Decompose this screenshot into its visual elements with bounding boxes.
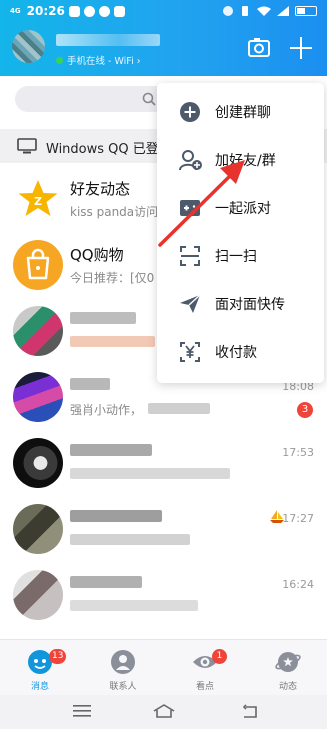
status-bar: 4G 20:26: [0, 0, 327, 22]
menu-item-label: 一起派对: [215, 201, 271, 217]
my-avatar[interactable]: [12, 30, 45, 63]
tab-badge: 1: [212, 649, 227, 664]
alarm-icon: [223, 6, 233, 16]
svg-text:Z: Z: [34, 195, 42, 208]
tab-contacts[interactable]: 联系人: [88, 640, 158, 696]
chat-preview-blurred: [70, 336, 155, 347]
nickname-blurred[interactable]: [56, 34, 160, 46]
menu-item-label: 扫一扫: [215, 249, 257, 265]
online-status-label: 手机在线 - WiFi ›: [67, 56, 141, 67]
chat-name-blurred: [70, 312, 136, 324]
menu-item-label: 加好友/群: [215, 153, 276, 169]
chat-time: 17:27: [282, 512, 314, 525]
menu-item-add-friend[interactable]: 加好友/群: [157, 136, 324, 184]
system-nav-bar: [0, 695, 327, 729]
chat-preview-blurred: [70, 600, 198, 611]
status-time: 20:26: [26, 4, 65, 18]
list-item[interactable]: 17:53: [0, 430, 327, 496]
signal-icon: [277, 6, 289, 16]
tab-badge: 13: [49, 649, 67, 664]
chat-name-blurred: [70, 510, 162, 522]
computer-icon: [17, 138, 37, 154]
chat-name-blurred: [70, 444, 152, 456]
qq-shopping-avatar: [13, 240, 63, 290]
chat-preview-blurred: [70, 534, 190, 545]
tab-label: 动态: [278, 682, 297, 692]
notification-icon: [68, 5, 80, 17]
add-circle-icon: [180, 102, 200, 122]
bottom-tab-bar: 13 消息 联系人 1 看点 动态: [0, 639, 327, 695]
list-item[interactable]: 17:27: [0, 496, 327, 562]
chat-name: 好友动态: [70, 180, 131, 198]
tab-label: 消息: [30, 682, 49, 692]
camera-icon[interactable]: [248, 37, 270, 57]
avatar: [13, 504, 63, 554]
menu-icon[interactable]: [73, 704, 91, 718]
scan-icon: [180, 246, 200, 266]
menu-item-label: 面对面快传: [215, 297, 285, 313]
plus-dropdown-menu: 创建群聊 加好友/群 一起派对 扫一扫 面对面快传 收付款: [157, 83, 324, 383]
unread-badge: 3: [297, 402, 313, 418]
notification-icon: [113, 5, 125, 17]
chat-preview-blurred: [70, 468, 230, 479]
plus-icon[interactable]: [290, 37, 312, 59]
back-icon[interactable]: [242, 704, 258, 718]
tab-label: 联系人: [109, 682, 137, 692]
party-icon: [180, 200, 200, 216]
tab-label: 看点: [195, 682, 214, 692]
avatar: [13, 306, 63, 356]
wifi-icon: [257, 6, 271, 16]
chat-preview-blurred: [148, 403, 210, 414]
menu-item-label: 创建群聊: [215, 105, 271, 121]
search-input[interactable]: [15, 86, 175, 112]
search-icon: [142, 92, 156, 106]
menu-item-create-group[interactable]: 创建群聊: [157, 88, 324, 136]
list-item[interactable]: 16:24: [0, 562, 327, 628]
pc-login-text: Windows QQ 已登录: [46, 142, 172, 157]
top-header: 4G 20:26 手机在线 - WiFi ›: [0, 0, 327, 76]
tab-messages[interactable]: 13 消息: [5, 640, 75, 696]
home-icon[interactable]: [153, 704, 175, 718]
payment-icon: [180, 342, 200, 362]
star-icon: Z: [18, 180, 58, 216]
planet-icon: [275, 652, 301, 672]
chat-preview: kiss panda访问: [70, 205, 159, 219]
tab-moments[interactable]: 动态: [253, 640, 323, 696]
tab-watch[interactable]: 1 看点: [170, 640, 240, 696]
menu-item-party[interactable]: 一起派对: [157, 184, 324, 232]
vibrate-icon: [242, 6, 248, 16]
chat-name: QQ购物: [70, 246, 124, 264]
add-friend-icon: [179, 150, 202, 171]
chat-preview: 强肖小动作，: [70, 403, 143, 417]
send-plane-icon: [180, 294, 201, 313]
chat-preview: 今日推荐：[仅0: [70, 271, 155, 285]
chat-time: 16:24: [282, 578, 314, 591]
network-type: 4G: [10, 7, 21, 15]
battery-icon: [295, 6, 317, 16]
avatar: [13, 438, 63, 488]
notification-icon: [83, 5, 95, 17]
menu-item-face-to-face[interactable]: 面对面快传: [157, 280, 324, 328]
chat-name-blurred: [70, 576, 142, 588]
menu-item-label: 收付款: [215, 345, 257, 361]
avatar: [13, 570, 63, 620]
menu-item-payment[interactable]: 收付款: [157, 328, 324, 376]
menu-item-scan[interactable]: 扫一扫: [157, 232, 324, 280]
notification-icon: [98, 5, 110, 17]
avatar: [13, 372, 63, 422]
contacts-icon: [111, 650, 135, 674]
friend-feed-avatar: Z: [13, 174, 63, 224]
chat-name-blurred: [70, 378, 110, 390]
chat-time: 17:53: [282, 446, 314, 459]
online-dot-icon: [56, 56, 63, 64]
shopping-bag-icon: [26, 248, 50, 280]
online-status[interactable]: 手机在线 - WiFi ›: [56, 53, 141, 67]
